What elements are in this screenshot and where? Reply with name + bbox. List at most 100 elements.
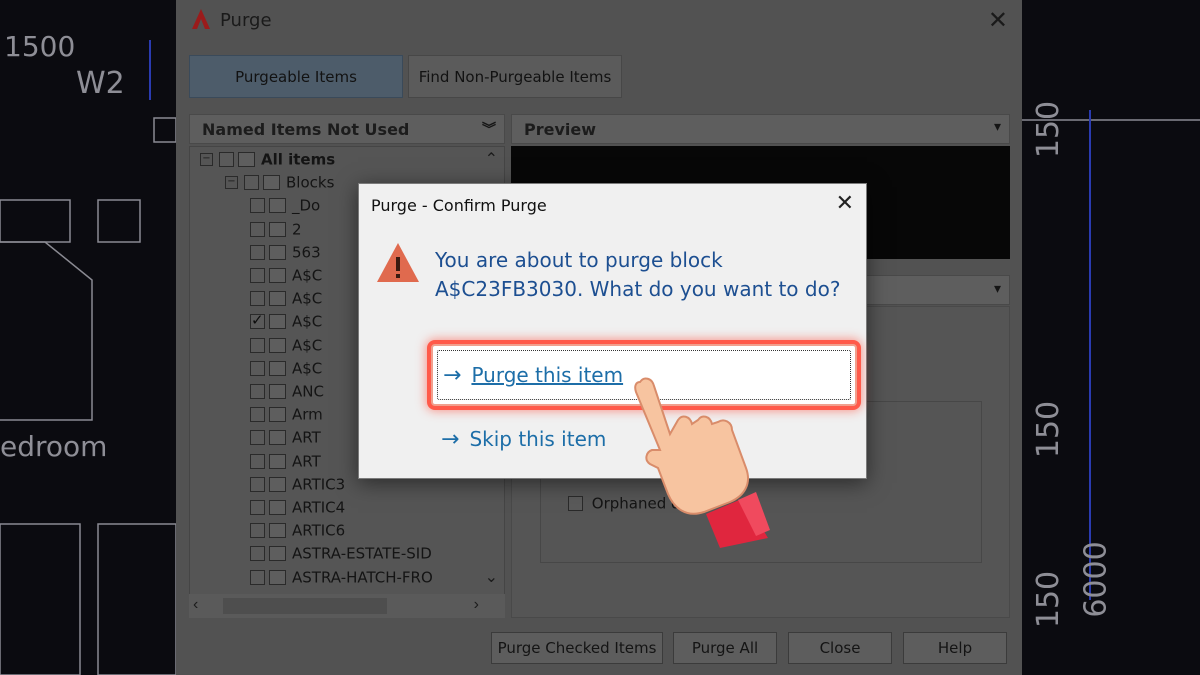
tree-item-checkbox[interactable] [250,198,265,214]
chevron-down-icon[interactable]: ▾ [994,280,1001,297]
tree-item[interactable]: ARTIC6 [250,521,345,544]
close-button[interactable]: Close [788,632,892,664]
tree-item-checkbox[interactable] [250,384,265,399]
tree-item[interactable]: A$C [250,311,323,335]
preview-header-label: Preview [524,119,597,139]
tree-item-checkbox[interactable] [250,430,265,446]
orphaned-data-checkbox[interactable] [568,496,583,511]
tree-item-label: A$C [292,312,323,331]
tree-item-checkbox[interactable] [250,500,265,515]
scroll-thumb[interactable] [223,598,387,614]
tree-item-label: A$C [292,359,323,378]
block-icon [269,476,286,492]
block-icon [269,384,286,399]
scroll-left-icon[interactable]: ‹ [193,596,198,614]
tree-item-label: Blocks [286,173,335,192]
tree-item-label: 563 [292,243,321,262]
tree-item[interactable]: Arm [250,405,323,428]
tree-item-label: ART [292,428,321,447]
tree-item-checkbox[interactable] [250,268,265,283]
tree-item-checkbox[interactable] [250,569,265,585]
scroll-up-icon[interactable]: ⌃ [485,149,498,169]
scroll-down-icon[interactable]: ⌄ [485,567,498,587]
tree-item-checkbox[interactable] [250,546,265,562]
block-icon [263,175,280,191]
cad-label-w2: W2 [76,66,125,101]
tree-item-checkbox[interactable] [250,453,265,469]
block-icon [269,500,286,515]
skip-this-item-label: Skip this item [469,427,607,451]
block-icon [269,198,286,214]
tree-item[interactable]: A$C [250,289,322,312]
purge-title: Purge [220,10,272,31]
tree-item-label: All items [261,150,336,169]
tree-item-checkbox[interactable] [250,311,265,330]
tree-item[interactable]: ART [250,428,321,451]
tree-item[interactable]: A$C [250,336,322,359]
block-icon [269,407,286,423]
close-icon[interactable]: ✕ [836,190,854,216]
tree-item-checkbox[interactable] [250,221,265,237]
confirm-title: Purge - Confirm Purge [371,196,547,215]
tree-item-checkbox[interactable] [244,175,259,191]
tree-item[interactable]: A$C [250,266,322,289]
cad-dimension-label: 1500 [4,30,76,63]
tree-item-checkbox[interactable] [250,523,265,539]
tree-item-checkbox[interactable] [250,337,265,353]
tree-item[interactable]: ARTIC3 [250,475,345,498]
tree-header-label: Named Items Not Used [202,119,410,139]
block-icon [269,430,286,446]
tree-item[interactable]: ANC [250,382,324,405]
tree-item-checkbox[interactable] [219,152,234,167]
tab-purgeable-items[interactable]: Purgeable Items [189,55,403,98]
expand-collapse-icon[interactable]: − [225,176,238,190]
scroll-right-icon[interactable]: › [474,596,479,614]
tree-item-label: A$C [292,266,323,285]
tree-item[interactable]: A$C [250,359,322,382]
tree-item-checkbox[interactable] [250,407,265,423]
tree-item[interactable]: ASTRA-HATCH-FRO [250,568,433,591]
autocad-logo-icon [192,9,210,29]
warning-icon [377,243,419,282]
tree-item[interactable]: ASTRA-ESTATE-SID [250,544,432,567]
tree-item[interactable]: − All items [200,150,335,173]
block-icon [269,360,286,376]
tree-item-label: ASTRA-ESTATE-SID [292,544,432,563]
tree-item-label: ARTIC3 [292,475,346,494]
tree-item[interactable]: − Blocks [225,173,334,196]
tree-item-label: A$C [292,289,323,308]
tree-item-label: ANC [292,382,324,401]
tree-item[interactable]: ART [250,452,321,475]
tree-item-checkbox[interactable] [250,360,265,376]
purge-titlebar: Purge ✕ [176,0,1022,40]
horizontal-scrollbar[interactable]: ‹ › [189,594,505,618]
cad-vertical-dim: 150 [1031,100,1067,159]
tree-item-label: ARTIC4 [292,498,346,517]
tree-item[interactable]: ARTIC4 [250,498,345,521]
block-icon [269,337,286,353]
block-icon [269,453,286,469]
collapse-chevrons-icon[interactable]: ︾ [482,119,496,139]
block-icon [269,314,286,330]
close-icon[interactable]: ✕ [988,6,1008,34]
help-button[interactable]: Help [903,632,1007,664]
purge-checked-items-button[interactable]: Purge Checked Items [491,632,663,664]
cad-label-bedroom: edroom [0,430,108,463]
cad-vertical-dim: 150 [1031,570,1067,629]
tree-item[interactable]: 563 [250,243,321,266]
tree-item-label: Arm [292,405,323,424]
tree-item-checkbox[interactable] [250,244,265,260]
purge-all-button[interactable]: Purge All [673,632,777,664]
block-icon [269,546,286,562]
expand-collapse-icon[interactable]: − [200,153,213,166]
block-icon [269,569,286,585]
tree-item[interactable]: _Do [250,196,320,219]
tree-item[interactable]: 2 [250,220,302,243]
chevron-down-icon[interactable]: ▾ [994,119,1001,135]
tab-find-non-purgeable-items[interactable]: Find Non-Purgeable Items [408,55,622,98]
arrow-right-icon: → [441,426,460,452]
cad-vertical-dim: 150 [1031,400,1067,459]
block-icon [238,152,255,167]
tree-item-checkbox[interactable] [250,291,265,307]
tree-item-checkbox[interactable] [250,476,265,492]
